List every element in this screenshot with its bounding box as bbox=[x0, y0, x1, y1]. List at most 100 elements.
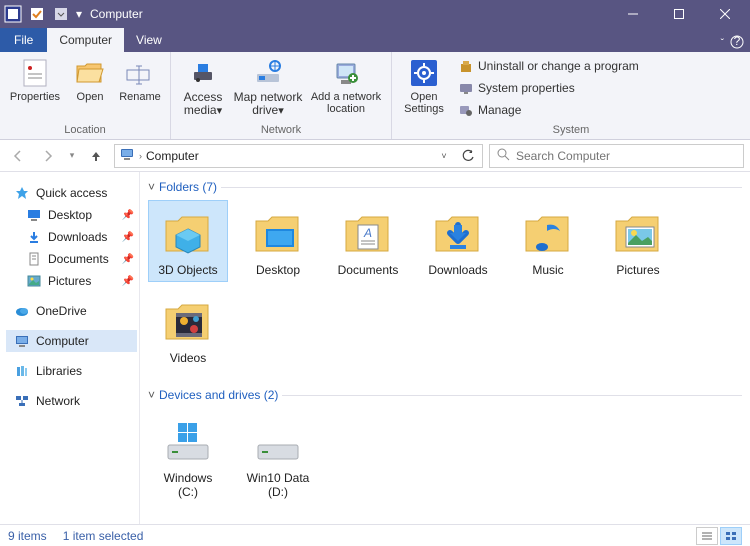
ribbon: Properties Open Rename Location Access m… bbox=[0, 52, 750, 140]
folder-downloads[interactable]: Downloads bbox=[418, 200, 498, 282]
minimize-button[interactable] bbox=[610, 0, 656, 28]
forward-button[interactable] bbox=[36, 144, 60, 168]
tree-desktop[interactable]: Desktop📌 bbox=[6, 204, 137, 226]
desktop-folder-icon bbox=[250, 205, 306, 261]
downloads-icon bbox=[26, 229, 42, 245]
search-icon bbox=[496, 147, 510, 164]
ribbon-group-label-location: Location bbox=[0, 124, 170, 139]
ribbon-group-label-system: System bbox=[392, 124, 750, 139]
tab-computer[interactable]: Computer bbox=[47, 28, 124, 52]
section-drives-header[interactable]: ˅ Devices and drives (2) bbox=[148, 386, 742, 404]
titlebar: ▾ Computer bbox=[0, 0, 750, 28]
recent-locations-button[interactable]: ▾ bbox=[66, 144, 78, 168]
open-button[interactable]: Open bbox=[68, 55, 112, 121]
view-icons-button[interactable] bbox=[720, 527, 742, 545]
maximize-button[interactable] bbox=[656, 0, 702, 28]
music-folder-icon bbox=[520, 205, 576, 261]
properties-icon bbox=[20, 57, 50, 89]
address-computer-icon bbox=[119, 146, 135, 165]
qat-checkbox-icon[interactable] bbox=[26, 3, 48, 25]
folder-pictures[interactable]: Pictures bbox=[598, 200, 678, 282]
libraries-icon bbox=[14, 363, 30, 379]
view-details-button[interactable] bbox=[696, 527, 718, 545]
ribbon-group-network: Access media▾ Map network drive▾ Add a n… bbox=[171, 52, 392, 139]
folder-videos[interactable]: Videos bbox=[148, 288, 228, 370]
status-item-count: 9 items bbox=[8, 529, 47, 543]
access-media-button[interactable]: Access media▾ bbox=[177, 55, 229, 121]
folder-music[interactable]: Music bbox=[508, 200, 588, 282]
ribbon-group-label-network: Network bbox=[171, 124, 391, 139]
quick-access-icon bbox=[14, 185, 30, 201]
svg-text:A: A bbox=[363, 226, 372, 240]
address-dropdown-icon[interactable]: ˅ bbox=[434, 146, 454, 166]
system-properties-icon bbox=[458, 80, 474, 96]
open-folder-icon bbox=[75, 57, 105, 89]
drive-d-icon bbox=[250, 413, 306, 469]
properties-button[interactable]: Properties bbox=[6, 55, 64, 121]
tree-onedrive[interactable]: OneDrive bbox=[6, 300, 137, 322]
up-button[interactable] bbox=[84, 144, 108, 168]
drive-win10-data-d[interactable]: Win10 Data (D:) bbox=[238, 408, 318, 504]
ribbon-group-system: Open Settings Uninstall or change a prog… bbox=[392, 52, 750, 139]
pictures-folder-icon bbox=[610, 205, 666, 261]
tab-file[interactable]: File bbox=[0, 28, 47, 52]
app-icon[interactable] bbox=[2, 3, 24, 25]
pin-icon: 📌 bbox=[122, 254, 134, 265]
folder-desktop[interactable]: Desktop bbox=[238, 200, 318, 282]
tab-view[interactable]: View bbox=[124, 28, 174, 52]
address-crumb-computer[interactable]: Computer bbox=[146, 149, 199, 163]
network-icon bbox=[14, 393, 30, 409]
tree-downloads[interactable]: Downloads📌 bbox=[6, 226, 137, 248]
ribbon-collapse-icon[interactable]: ˇ bbox=[721, 38, 724, 49]
tree-network[interactable]: Network bbox=[6, 390, 137, 412]
system-properties-button[interactable]: System properties bbox=[454, 78, 643, 98]
folder-3d-objects[interactable]: 3D Objects bbox=[148, 200, 228, 282]
section-folders-header[interactable]: ˅ Folders (7) bbox=[148, 178, 742, 196]
svg-text:?: ? bbox=[734, 35, 741, 48]
onedrive-icon bbox=[14, 303, 30, 319]
back-button[interactable] bbox=[6, 144, 30, 168]
videos-folder-icon bbox=[160, 293, 216, 349]
refresh-button[interactable] bbox=[458, 149, 478, 163]
window-title: Computer bbox=[90, 7, 143, 21]
add-location-icon bbox=[331, 57, 361, 89]
chevron-down-icon: ˅ bbox=[148, 180, 155, 194]
manage-button[interactable]: Manage bbox=[454, 100, 643, 120]
manage-icon bbox=[458, 102, 474, 118]
pin-icon: 📌 bbox=[122, 232, 134, 243]
search-box[interactable] bbox=[489, 144, 744, 168]
tree-documents[interactable]: Documents📌 bbox=[6, 248, 137, 270]
ribbon-group-location: Properties Open Rename Location bbox=[0, 52, 171, 139]
pin-icon: 📌 bbox=[122, 210, 134, 221]
tree-quick-access[interactable]: Quick access bbox=[6, 182, 137, 204]
downloads-folder-icon bbox=[430, 205, 486, 261]
3d-objects-folder-icon bbox=[160, 205, 216, 261]
address-bar[interactable]: › Computer ˅ bbox=[114, 144, 483, 168]
chevron-down-icon: ˅ bbox=[148, 388, 155, 402]
rename-icon bbox=[125, 57, 155, 89]
desktop-icon bbox=[26, 207, 42, 223]
pictures-icon bbox=[26, 273, 42, 289]
documents-icon bbox=[26, 251, 42, 267]
documents-folder-icon: A bbox=[340, 205, 396, 261]
add-network-location-button[interactable]: Add a network location bbox=[307, 55, 385, 121]
search-input[interactable] bbox=[516, 149, 737, 163]
navigation-pane: Quick access Desktop📌 Downloads📌 Documen… bbox=[0, 172, 140, 524]
tree-computer[interactable]: Computer bbox=[6, 330, 137, 352]
tree-pictures[interactable]: Pictures📌 bbox=[6, 270, 137, 292]
chevron-right-icon[interactable]: › bbox=[139, 151, 142, 161]
close-button[interactable] bbox=[702, 0, 748, 28]
open-settings-button[interactable]: Open Settings bbox=[398, 55, 450, 121]
quick-access-toolbar: ▾ bbox=[2, 3, 84, 25]
map-network-drive-button[interactable]: Map network drive▾ bbox=[233, 55, 303, 121]
drive-windows-c[interactable]: Windows (C:) bbox=[148, 408, 228, 504]
qat-dropdown-icon[interactable] bbox=[50, 3, 72, 25]
folder-documents[interactable]: A Documents bbox=[328, 200, 408, 282]
content-area: ˅ Folders (7) 3D Objects Desktop A Docum… bbox=[140, 172, 750, 524]
tree-libraries[interactable]: Libraries bbox=[6, 360, 137, 382]
qat-overflow-icon[interactable]: ▾ bbox=[74, 3, 84, 25]
uninstall-program-button[interactable]: Uninstall or change a program bbox=[454, 56, 643, 76]
rename-button[interactable]: Rename bbox=[116, 55, 164, 121]
help-icon[interactable]: ? bbox=[730, 35, 744, 52]
ribbon-tabs: File Computer View ˇ ? bbox=[0, 28, 750, 52]
